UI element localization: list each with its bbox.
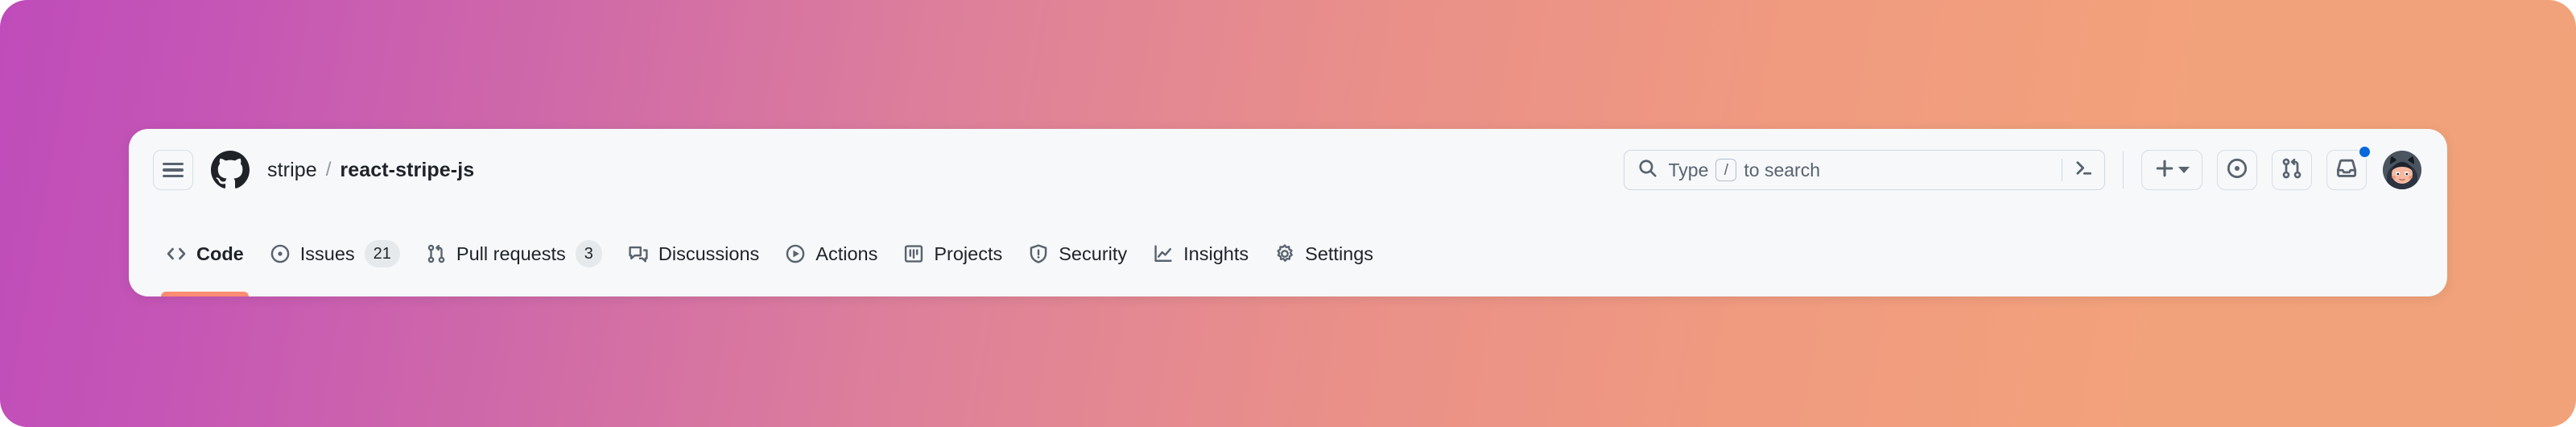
tab-label: Actions bbox=[815, 243, 878, 264]
comment-discussion-icon bbox=[628, 243, 649, 264]
tab-label: Projects bbox=[934, 243, 1003, 264]
tab-label: Insights bbox=[1183, 243, 1249, 264]
tab-label: Pull requests bbox=[456, 243, 566, 264]
tab-issues[interactable]: Issues 21 bbox=[257, 211, 413, 296]
git-pull-request-icon bbox=[426, 243, 447, 264]
breadcrumb-repo[interactable]: react-stripe-js bbox=[340, 159, 474, 182]
search-placeholder: Type / to search bbox=[1669, 159, 1820, 181]
search-input[interactable]: Type / to search bbox=[1623, 150, 2105, 190]
command-palette-button[interactable] bbox=[2061, 157, 2095, 183]
page-background: stripe / react-stripe-js Type / to searc… bbox=[0, 0, 2576, 427]
global-header: stripe / react-stripe-js Type / to searc… bbox=[129, 129, 2447, 211]
tab-count-badge: 3 bbox=[575, 240, 602, 267]
slash-key-hint: / bbox=[1715, 159, 1737, 181]
tab-code[interactable]: Code bbox=[153, 211, 257, 296]
chevron-down-icon bbox=[2178, 167, 2190, 173]
pull-requests-button[interactable] bbox=[2272, 150, 2312, 190]
code-icon bbox=[166, 243, 187, 264]
menu-button[interactable] bbox=[153, 150, 193, 190]
gear-icon bbox=[1274, 243, 1295, 264]
tab-count-badge: 21 bbox=[364, 240, 400, 267]
search-placeholder-prefix: Type bbox=[1668, 159, 1709, 180]
tab-discussions[interactable]: Discussions bbox=[615, 211, 772, 296]
tab-label: Discussions bbox=[658, 243, 760, 264]
notifications-wrapper bbox=[2326, 145, 2372, 190]
breadcrumb: stripe / react-stripe-js bbox=[267, 159, 474, 182]
tab-pull-requests[interactable]: Pull requests 3 bbox=[413, 211, 615, 296]
tab-label: Issues bbox=[299, 243, 355, 264]
unread-indicator bbox=[2358, 145, 2372, 159]
breadcrumb-separator: / bbox=[325, 159, 332, 180]
breadcrumb-owner[interactable]: stripe bbox=[267, 159, 317, 182]
tab-security[interactable]: Security bbox=[1015, 211, 1140, 296]
github-header-card: stripe / react-stripe-js Type / to searc… bbox=[129, 129, 2447, 296]
tab-settings[interactable]: Settings bbox=[1261, 211, 1386, 296]
tab-label: Security bbox=[1059, 243, 1128, 264]
plus-icon bbox=[2154, 158, 2175, 183]
user-avatar[interactable] bbox=[2383, 151, 2421, 189]
project-board-icon bbox=[903, 243, 924, 264]
tab-projects[interactable]: Projects bbox=[890, 211, 1015, 296]
search-icon bbox=[1637, 158, 1657, 182]
tab-actions[interactable]: Actions bbox=[772, 211, 890, 296]
terminal-icon bbox=[2073, 157, 2095, 183]
inbox-icon bbox=[2335, 157, 2358, 184]
issue-opened-icon bbox=[270, 243, 291, 264]
tab-label: Settings bbox=[1305, 243, 1374, 264]
git-pull-request-icon bbox=[2281, 157, 2303, 184]
active-tab-indicator bbox=[161, 292, 249, 296]
graph-icon bbox=[1153, 243, 1174, 264]
shield-alert-icon bbox=[1028, 243, 1049, 264]
play-icon bbox=[785, 243, 806, 264]
github-logo-icon[interactable] bbox=[211, 151, 250, 189]
issues-button[interactable] bbox=[2217, 150, 2257, 190]
search-placeholder-suffix: to search bbox=[1744, 159, 1820, 180]
header-divider bbox=[2122, 151, 2124, 189]
create-new-button[interactable] bbox=[2141, 150, 2202, 190]
tab-insights[interactable]: Insights bbox=[1140, 211, 1261, 296]
issue-opened-icon bbox=[2226, 157, 2248, 184]
hamburger-icon bbox=[163, 163, 184, 177]
repository-nav: Code Issues 21 Pull requests 3 Discussions Act… bbox=[129, 211, 2447, 296]
tab-label: Code bbox=[196, 243, 244, 264]
